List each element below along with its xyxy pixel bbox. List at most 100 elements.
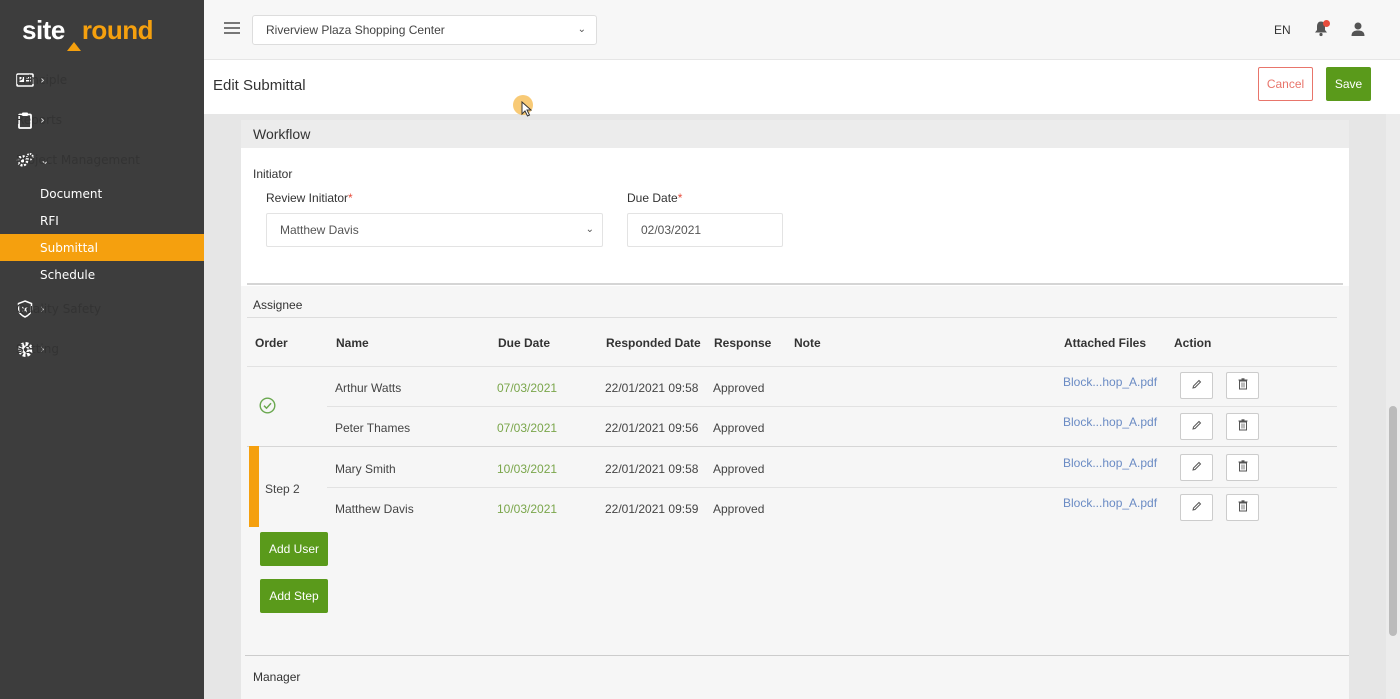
column-header-responded-date: Responded Date (606, 336, 701, 350)
assignee-due-date: 10/03/2021 (497, 502, 558, 516)
chevron-down-icon: ⌄ (585, 224, 594, 235)
edit-button[interactable] (1180, 413, 1213, 440)
chevron-down-icon: ⌄ (577, 24, 586, 35)
initiator-title: Initiator (253, 167, 293, 181)
sidebar-subitem-schedule[interactable]: Schedule (0, 261, 204, 288)
assignee-name: Arthur Watts (335, 381, 402, 395)
assignee-responded-date: 22/01/2021 09:59 (605, 502, 699, 516)
attached-file-link[interactable]: Block...hop_A.pdf (1063, 415, 1157, 429)
workflow-panel: Initiator Review Initiator* Matthew Davi… (241, 148, 1349, 668)
delete-button[interactable] (1226, 494, 1259, 521)
assignee-responded-date: 22/01/2021 09:58 (605, 381, 699, 395)
assignee-name: Mary Smith (335, 462, 396, 476)
delete-button[interactable] (1226, 372, 1259, 399)
row-divider (327, 406, 1337, 407)
sidebar-item-principle[interactable]: Principle › (0, 60, 204, 100)
due-date-value: 02/03/2021 (641, 223, 702, 237)
review-initiator-select[interactable]: Matthew Davis ⌄ (266, 213, 603, 247)
sidebar-item-reports[interactable]: Reports › (0, 100, 204, 140)
notification-dot (1323, 20, 1330, 27)
review-initiator-value: Matthew Davis (280, 223, 359, 237)
assignee-name: Peter Thames (335, 421, 411, 435)
row-divider (327, 487, 1337, 488)
sidebar-item-label: Project Management (16, 153, 140, 167)
sidebar-item-label: Setting (16, 342, 59, 356)
sidebar-item-label: Quality Safety (16, 302, 102, 316)
required-mark: * (677, 191, 683, 205)
page-header: Edit Submittal Cancel Save (204, 60, 1400, 114)
assignee-due-date: 07/03/2021 (497, 381, 558, 395)
language-switch[interactable]: EN (1274, 23, 1291, 37)
sidebar-item-project-management[interactable]: Project Management ⌄ (0, 140, 204, 180)
review-initiator-label-text: Review Initiator (266, 191, 349, 205)
add-user-button[interactable]: Add User (260, 532, 328, 566)
manager-title: Manager (253, 670, 301, 684)
page-title: Edit Submittal (213, 77, 306, 94)
pencil-icon (1191, 501, 1202, 515)
project-select-value: Riverview Plaza Shopping Center (266, 23, 445, 37)
manager-section: Manager (241, 656, 1349, 699)
delete-button[interactable] (1226, 413, 1259, 440)
divider (247, 283, 1343, 285)
sidebar-subitem-submittal[interactable]: Submittal (0, 234, 204, 261)
due-date-label: Due Date* (627, 191, 682, 205)
brand-part-1: site (22, 14, 65, 45)
step-2-marker (249, 446, 259, 527)
menu-icon[interactable] (224, 22, 240, 34)
assignee-responded-date: 22/01/2021 09:56 (605, 421, 699, 435)
assignee-response: Approved (713, 502, 765, 516)
pencil-icon (1191, 420, 1202, 434)
brand-part-2: round (81, 14, 154, 45)
brand-logo[interactable]: site round (0, 0, 204, 60)
main-content: Workflow Initiator Review Initiator* Mat… (204, 114, 1400, 699)
edit-button[interactable] (1180, 454, 1213, 481)
row-divider (247, 366, 1337, 367)
attached-file-link[interactable]: Block...hop_A.pdf (1063, 375, 1157, 389)
column-header-order: Order (255, 336, 288, 350)
sidebar: site round Principle › Reports › Project … (0, 0, 204, 699)
assignee-due-date: 10/03/2021 (497, 462, 558, 476)
add-step-button[interactable]: Add Step (260, 579, 328, 613)
sidebar-item-quality-safety[interactable]: Quality Safety › (0, 289, 204, 329)
pencil-icon (1191, 461, 1202, 475)
edit-button[interactable] (1180, 372, 1213, 399)
sidebar-item-label: Reports (16, 113, 63, 127)
trash-icon (1238, 378, 1248, 393)
assignee-response: Approved (713, 381, 765, 395)
assignee-response: Approved (713, 421, 765, 435)
project-select[interactable]: Riverview Plaza Shopping Center ⌄ (252, 15, 597, 45)
attached-file-link[interactable]: Block...hop_A.pdf (1063, 456, 1157, 470)
sidebar-subitem-rfi[interactable]: RFI (0, 207, 204, 234)
due-date-input[interactable]: 02/03/2021 (627, 213, 783, 247)
sidebar-subitem-label: Document (40, 186, 103, 201)
assignee-response: Approved (713, 462, 765, 476)
divider (247, 317, 1337, 318)
assignee-name: Matthew Davis (335, 502, 414, 516)
sidebar-subitem-document[interactable]: Document (0, 180, 204, 207)
save-button[interactable]: Save (1326, 67, 1371, 101)
cancel-button[interactable]: Cancel (1258, 67, 1313, 101)
edit-button[interactable] (1180, 494, 1213, 521)
user-icon[interactable] (1350, 21, 1366, 37)
sidebar-item-label: Principle (16, 73, 68, 87)
delete-button[interactable] (1226, 454, 1259, 481)
sidebar-subitem-label: Schedule (40, 267, 96, 282)
column-header-name: Name (336, 336, 369, 350)
scrollbar-thumb[interactable] (1389, 406, 1397, 636)
column-header-action: Action (1174, 336, 1212, 350)
notification-bell-icon[interactable] (1314, 20, 1330, 38)
row-divider (247, 446, 1337, 447)
column-header-attached-files: Attached Files (1064, 336, 1147, 350)
attached-file-link[interactable]: Block...hop_A.pdf (1063, 496, 1157, 510)
due-date-label-text: Due Date (627, 191, 678, 205)
required-mark: * (348, 191, 353, 205)
pencil-icon (1191, 379, 1202, 393)
mouse-pointer-icon (521, 100, 533, 120)
sidebar-item-setting[interactable]: Setting › (0, 329, 204, 369)
assignee-responded-date: 22/01/2021 09:58 (605, 462, 699, 476)
column-header-note: Note (794, 336, 821, 350)
assignee-due-date: 07/03/2021 (497, 421, 558, 435)
logo-triangle-icon (66, 42, 81, 51)
scrollbar[interactable] (1386, 114, 1400, 699)
review-initiator-label: Review Initiator* (266, 191, 353, 205)
